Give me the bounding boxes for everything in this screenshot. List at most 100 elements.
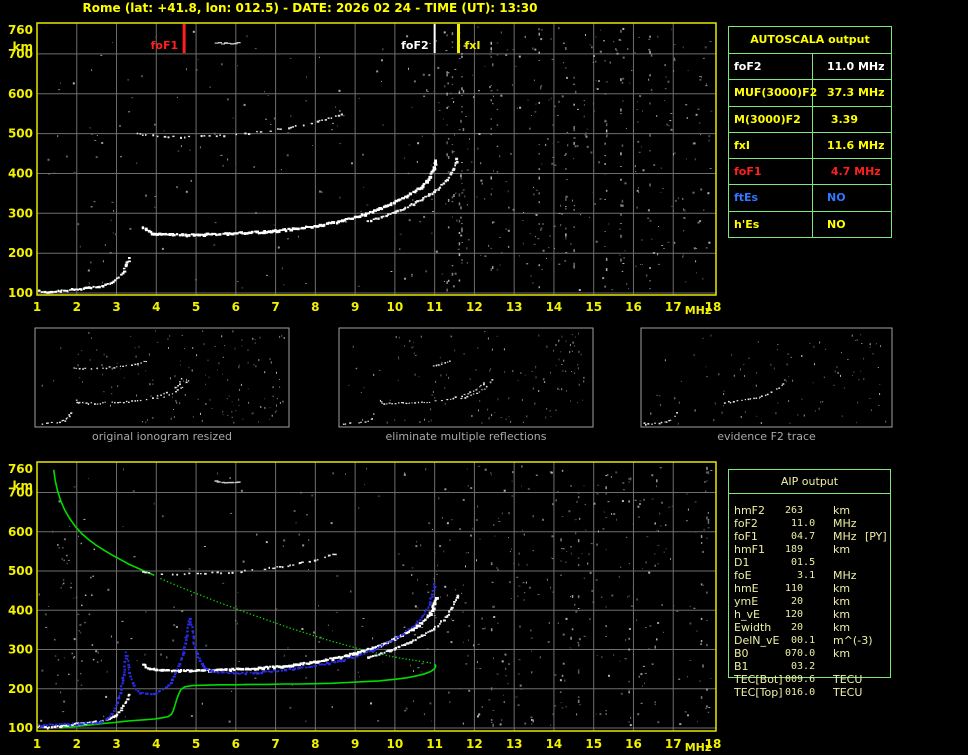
svg-text:4: 4	[152, 300, 160, 314]
aip-row-label: foF1	[734, 530, 758, 543]
svg-text:5: 5	[192, 300, 200, 314]
aip-row-unit: MHz	[833, 530, 857, 543]
thumbnail-caption-original: original ionogram resized	[92, 430, 232, 443]
thumbnail-caption-eliminate: eliminate multiple reflections	[385, 430, 547, 443]
aip-row: hmF2 263 km	[729, 504, 892, 517]
svg-text:400: 400	[8, 603, 33, 617]
marker-label-foF2: foF2	[401, 39, 429, 52]
autoscala-row-label: h'Es	[729, 211, 813, 238]
svg-text:9: 9	[351, 737, 359, 751]
svg-text:9: 9	[351, 300, 359, 314]
svg-text:16: 16	[625, 737, 642, 751]
aip-row: TEC[Bot] 009.6 TECU	[729, 673, 892, 686]
marker-fxI: fxI	[457, 24, 481, 53]
aip-row-label: TEC[Bot]	[734, 673, 783, 686]
autoscala-row-value: 3.39	[827, 112, 858, 126]
svg-text:7: 7	[271, 300, 279, 314]
aip-row-label: DelN_vE	[734, 634, 780, 647]
aip-row-value: 110	[785, 583, 816, 594]
axis-labels: 1 2 3 4 5 6 7 8 9 10 11 12 13 14 15 16 17 18MHz7607006005…	[8, 23, 721, 317]
autoscala-row-value: 11.6 MHz	[827, 138, 885, 152]
autoscala-row: fxI 11.6 MHz	[729, 131, 891, 159]
autoscala-row: foF1 4.7 MHz	[729, 158, 891, 185]
aip-row-value: 03.2	[785, 661, 816, 672]
aip-row-unit: km	[833, 647, 851, 660]
page-title: Rome (lat: +41.8, lon: 012.5) - DATE: 20…	[82, 1, 538, 15]
ionogram-echo-traces	[36, 480, 460, 730]
marker-label-fxI: fxI	[465, 39, 481, 52]
autoscala-row-label: foF1	[729, 159, 813, 185]
thumbnail-original	[34, 327, 290, 428]
top-ionogram-plot: foF1 foF2 fxI1 2 3 4 5 6 7 8 9 10 11 12 13 14 15 16 17 18MH…	[8, 22, 721, 317]
aip-panel-title: AIP output	[729, 470, 890, 494]
thumbnail-evidence-f2	[640, 327, 893, 428]
aip-row-unit: km	[833, 504, 851, 517]
aip-row-unit: m^(-3)	[833, 634, 873, 647]
svg-text:100: 100	[8, 721, 33, 735]
aip-row-value: 016.0	[785, 687, 816, 698]
autoscala-row-value: NO	[827, 191, 846, 205]
svg-text:600: 600	[8, 525, 33, 539]
aip-row-value: 20	[785, 622, 816, 633]
svg-text:km: km	[13, 40, 33, 54]
svg-text:15: 15	[585, 737, 602, 751]
svg-text:11: 11	[426, 737, 443, 751]
autoscala-row-label: fxI	[729, 132, 813, 159]
autoscala-row: M(3000)F2 3.39	[729, 105, 891, 132]
svg-text:6: 6	[232, 300, 240, 314]
svg-text:2: 2	[73, 300, 81, 314]
autoscala-output-panel: AUTOSCALA output foF2 11.0 MHz MUF(3000)F2…	[728, 26, 892, 239]
aip-row-unit: TECU	[833, 686, 863, 699]
autoscala-rows: foF2 11.0 MHz MUF(3000)F2 37.3 MHz M(3000)F2…	[729, 53, 891, 238]
noise-speckle	[47, 26, 713, 292]
svg-text:760: 760	[8, 23, 33, 37]
autoscala-row-value: 11.0 MHz	[827, 60, 885, 73]
aip-row-label: B0	[734, 647, 749, 660]
svg-text:8: 8	[311, 737, 319, 751]
svg-text:17: 17	[665, 737, 682, 751]
svg-text:10: 10	[387, 300, 404, 314]
svg-text:6: 6	[232, 737, 240, 751]
svg-text:13: 13	[506, 737, 523, 751]
aip-row-label: B1	[734, 660, 749, 673]
aip-row: B0 070.0 km	[729, 647, 892, 660]
aip-row: hmE 110 km	[729, 582, 892, 595]
svg-text:2: 2	[73, 737, 81, 751]
autoscala-row-value: NO	[827, 217, 846, 231]
autoscala-row-label: M(3000)F2	[729, 106, 813, 132]
svg-text:MHz: MHz	[685, 741, 712, 754]
aip-row-value: 01.5	[785, 557, 816, 568]
svg-text:200: 200	[8, 246, 33, 260]
svg-text:14: 14	[546, 300, 563, 314]
svg-text:3: 3	[112, 300, 120, 314]
aip-row-label: hmF2	[734, 504, 766, 517]
axis-labels: 1 2 3 4 5 6 7 8 9 10 11 12 13 14 15 16 17 18MHz7607006005…	[8, 462, 721, 754]
svg-text:12: 12	[466, 300, 483, 314]
autoscala-panel-title: AUTOSCALA output	[750, 33, 870, 46]
aip-row: hmF1 189 km	[729, 543, 892, 556]
autoscala-row-value: 4.7 MHz	[827, 165, 881, 179]
marker-foF2: foF2	[401, 24, 436, 53]
aip-row-unit: MHz	[833, 569, 857, 582]
aip-row-value: 070.0	[785, 648, 816, 659]
autoscala-row-value: 37.3 MHz	[827, 86, 885, 100]
svg-text:8: 8	[311, 300, 319, 314]
aip-row-label: ymE	[734, 595, 759, 608]
autoscala-row-label: MUF(3000)F2	[729, 80, 817, 106]
aip-output-panel: AIP output hmF2 263 km foF2 11.0 MHz foF1 04…	[728, 469, 892, 699]
svg-text:14: 14	[546, 737, 563, 751]
svg-text:760: 760	[8, 462, 33, 476]
aip-row-label: TEC[Top]	[734, 686, 783, 699]
aip-row-unit: km	[833, 608, 851, 621]
svg-text:17: 17	[665, 300, 682, 314]
thumbnail-caption-evidence: evidence F2 trace	[717, 430, 816, 443]
aip-row-unit: km	[833, 621, 851, 634]
svg-text:16: 16	[625, 300, 642, 314]
svg-text:4: 4	[152, 737, 160, 751]
autoscala-row: MUF(3000)F2 37.3 MHz	[729, 79, 891, 106]
grid-lines	[37, 23, 716, 295]
aip-row-unit: km	[833, 582, 851, 595]
autoscala-row-label: ftEs	[729, 185, 813, 211]
aip-row: foF1 04.7 MHz [PY]	[729, 530, 892, 543]
aip-row-value: 04.7	[785, 531, 816, 542]
